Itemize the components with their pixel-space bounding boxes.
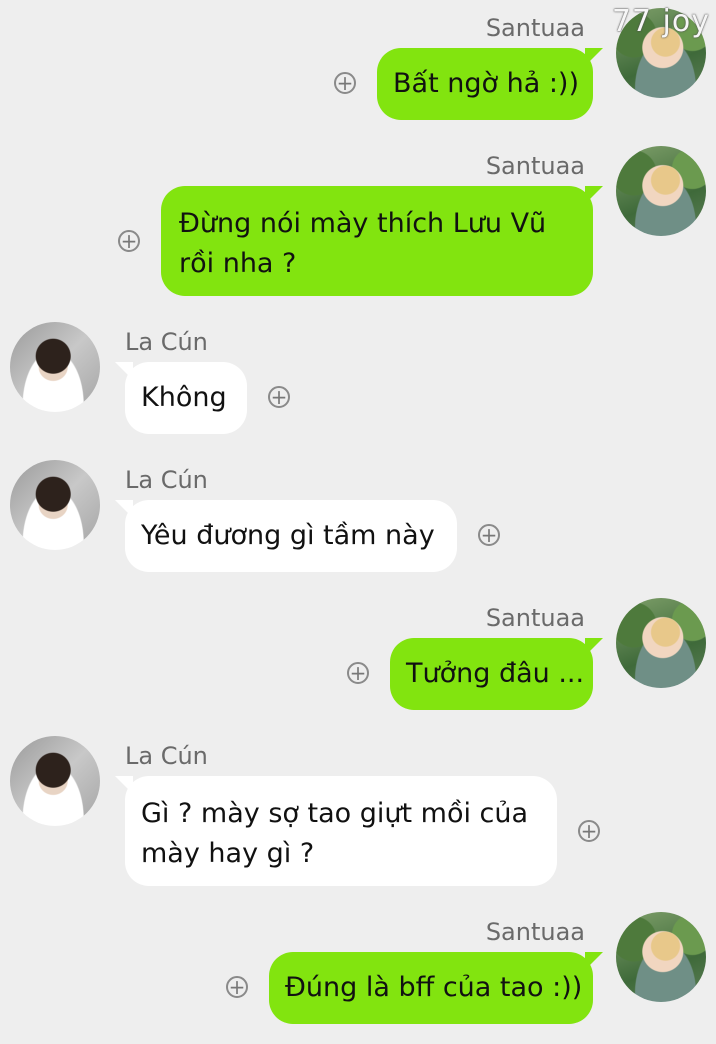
message-text-line: Gì ? mày sợ tao giựt mồi của	[141, 798, 529, 829]
plus-circle-icon[interactable]: +	[268, 386, 290, 408]
sender-name: Santuaa	[485, 918, 585, 946]
message-bubble[interactable]: Đừng nói mày thích Lưu Vũ rồi nha ?	[161, 186, 603, 296]
avatar[interactable]	[10, 322, 100, 412]
message-text-line: mày hay gì ?	[141, 838, 315, 869]
plus-circle-icon[interactable]: +	[226, 976, 248, 998]
message-text: Tưởng đâu ...	[406, 658, 585, 689]
sender-name: La Cún	[125, 742, 208, 770]
message-text-line: rồi nha ?	[179, 248, 297, 279]
avatar[interactable]	[616, 146, 706, 236]
avatar[interactable]	[616, 598, 706, 688]
message-text: Không	[141, 382, 227, 413]
avatar[interactable]	[10, 460, 100, 550]
plus-circle-icon[interactable]: +	[334, 72, 356, 94]
plus-circle-icon[interactable]: +	[578, 820, 600, 842]
avatar[interactable]	[10, 736, 100, 826]
message-bubble[interactable]: Gì ? mày sợ tao giựt mồi của mày hay gì …	[115, 776, 557, 886]
message-bubble[interactable]: Bất ngờ hả :))	[377, 48, 603, 120]
avatar[interactable]	[616, 912, 706, 1002]
watermark: 77 joy	[611, 4, 710, 39]
plus-circle-icon[interactable]: +	[118, 230, 140, 252]
plus-circle-icon[interactable]: +	[347, 662, 369, 684]
message-bubble[interactable]: Yêu đương gì tầm này	[115, 500, 457, 572]
plus-circle-icon[interactable]: +	[478, 524, 500, 546]
sender-name: La Cún	[125, 466, 208, 494]
message-text-line: Đừng nói mày thích Lưu Vũ	[179, 208, 547, 239]
message-text: Đúng là bff của tao :))	[285, 972, 583, 1003]
message-bubble[interactable]: Đúng là bff của tao :))	[269, 952, 603, 1024]
message-bubble[interactable]: Không	[115, 362, 247, 434]
sender-name: Santuaa	[485, 604, 585, 632]
message-text: Yêu đương gì tầm này	[141, 520, 435, 551]
message-text: Bất ngờ hả :))	[393, 68, 579, 99]
message-bubble[interactable]: Tưởng đâu ...	[390, 638, 603, 710]
sender-name: Santuaa	[485, 14, 585, 42]
sender-name: La Cún	[125, 328, 208, 356]
sender-name: Santuaa	[485, 152, 585, 180]
